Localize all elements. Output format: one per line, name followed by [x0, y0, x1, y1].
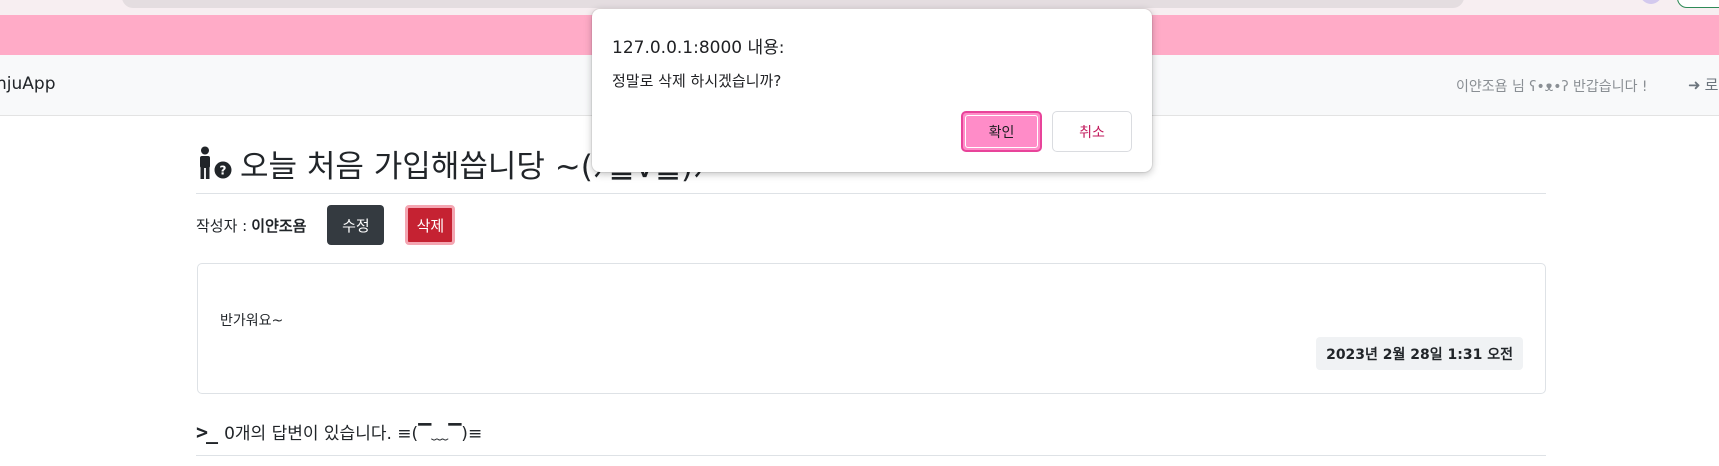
post-content-card: 반가워요~ 2023년 2월 28일 1:31 오전 [197, 263, 1546, 394]
post-date-badge: 2023년 2월 28일 1:31 오전 [1316, 337, 1523, 370]
dialog-title: 127.0.0.1:8000 내용: [612, 38, 785, 58]
post-meta-row: 작성자 : 이얀조욤 수정 삭제 [196, 205, 456, 245]
navbar-brand[interactable]: njuApp [0, 74, 55, 94]
answers-divider [196, 455, 1546, 456]
user-greeting: 이얀조욤 님 ʕ•ᴥ•ʔ 반갑습니다 ! [1456, 79, 1648, 95]
confirm-cancel-button[interactable]: 취소 [1052, 111, 1132, 152]
sign-in-icon: ➜ [1688, 76, 1701, 94]
author-label: 작성자 : [196, 216, 248, 235]
post-content: 반가워요~ [220, 313, 284, 329]
svg-text:?: ? [220, 164, 227, 178]
person-question-icon: ? [200, 146, 232, 179]
edit-button[interactable]: 수정 [327, 205, 385, 245]
login-link[interactable]: ➜ 로 [1688, 74, 1718, 95]
delete-button[interactable]: 삭제 [405, 205, 456, 245]
confirm-ok-button[interactable]: 확인 [961, 111, 1042, 152]
title-divider [196, 193, 1546, 194]
confirm-ok-label: 확인 [988, 124, 1015, 141]
login-label: 로 [1704, 76, 1719, 94]
terminal-icon: >_ [196, 419, 218, 444]
answers-count: 0개의 답변이 있습니다. ≡(▔﹏▔)≡ [224, 424, 483, 444]
address-bar[interactable] [122, 0, 1464, 8]
answers-count-row: >_ 0개의 답변이 있습니다. ≡(▔﹏▔)≡ [196, 419, 483, 445]
author-name: 이얀조욤 [251, 216, 307, 235]
browser-action-pill[interactable] [1677, 0, 1719, 8]
dialog-message: 정말로 삭제 하시겠습니까? [612, 72, 782, 90]
confirm-dialog: 127.0.0.1:8000 내용: 정말로 삭제 하시겠습니까? 확인 취소 [592, 9, 1152, 172]
